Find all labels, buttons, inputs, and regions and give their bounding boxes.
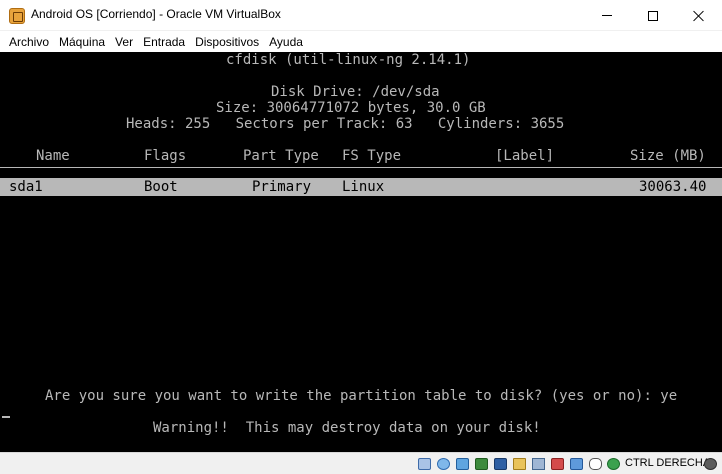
window-title: Android OS [Corriendo] - Oracle VM Virtu… (31, 7, 281, 21)
column-part-type: Part Type (243, 148, 319, 164)
menu-bar: Archivo Máquina Ver Entrada Dispositivos… (0, 31, 722, 52)
display-icon[interactable] (532, 458, 545, 470)
title-bar: Android OS [Corriendo] - Oracle VM Virtu… (0, 0, 722, 31)
arrow-down-icon[interactable] (704, 458, 717, 470)
header-separator (0, 167, 722, 168)
column-fs-type: FS Type (342, 148, 402, 164)
partition-type: Primary (252, 179, 312, 195)
close-icon (693, 10, 705, 22)
cpu-icon[interactable] (570, 458, 583, 470)
column-label: [Label] (495, 148, 555, 164)
partition-row-selected[interactable]: sda1 Boot Primary Linux 30063.40 (0, 178, 722, 196)
audio-icon[interactable] (456, 458, 469, 470)
minimize-icon (602, 15, 612, 16)
status-bar: CTRL DERECHA (0, 452, 722, 474)
mouse-integration-icon[interactable] (589, 458, 602, 470)
network-icon[interactable] (475, 458, 488, 470)
partition-name: sda1 (9, 179, 43, 195)
confirm-prompt: Are you sure you want to write the parti… (45, 388, 678, 404)
menu-maquina[interactable]: Máquina (54, 35, 110, 49)
menu-ayuda[interactable]: Ayuda (264, 35, 308, 49)
menu-entrada[interactable]: Entrada (138, 35, 190, 49)
keyboard-icon[interactable] (607, 458, 620, 470)
close-button[interactable] (676, 0, 722, 31)
disk-drive-line: Disk Drive: /dev/sda (271, 84, 440, 100)
column-size: Size (MB) (630, 148, 706, 164)
usb-icon[interactable] (494, 458, 507, 470)
maximize-icon (648, 10, 658, 21)
vm-console-screen[interactable]: cfdisk (util-linux-ng 2.14.1) Disk Drive… (0, 52, 722, 452)
partition-flags: Boot (144, 179, 178, 195)
video-capture-icon[interactable] (551, 458, 564, 470)
column-flags: Flags (144, 148, 187, 164)
warning-message: Warning!! This may destroy data on your … (153, 420, 541, 436)
partition-size: 30063.40 (639, 179, 707, 195)
disk-geometry-line: Heads: 255 Sectors per Track: 63 Cylinde… (126, 116, 565, 132)
hard-disk-icon[interactable] (418, 458, 431, 470)
minimize-button[interactable] (584, 0, 630, 31)
column-name: Name (36, 148, 70, 164)
menu-dispositivos[interactable]: Dispositivos (190, 35, 264, 49)
cfdisk-header: cfdisk (util-linux-ng 2.14.1) (226, 52, 471, 68)
host-key-label: CTRL DERECHA (625, 457, 711, 469)
menu-ver[interactable]: Ver (110, 35, 138, 49)
shared-folder-icon[interactable] (513, 458, 526, 470)
optical-drive-icon[interactable] (437, 458, 450, 470)
maximize-button[interactable] (630, 0, 676, 31)
disk-size-line: Size: 30064771072 bytes, 30.0 GB (216, 100, 486, 116)
partition-fs-type: Linux (342, 179, 385, 195)
menu-archivo[interactable]: Archivo (4, 35, 54, 49)
text-cursor (2, 416, 10, 418)
virtualbox-icon (9, 8, 25, 24)
